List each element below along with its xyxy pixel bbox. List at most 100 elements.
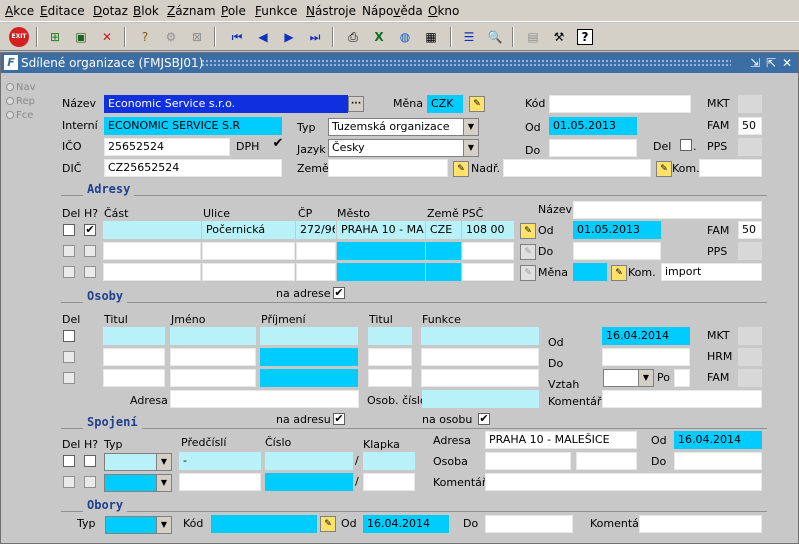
menu-napoveda[interactable]: Nápověda <box>362 4 423 18</box>
spojeni-row1-cislo[interactable] <box>265 452 353 470</box>
help-button[interactable]: ? <box>574 26 596 48</box>
od-field[interactable]: 01.05.2013 <box>549 117 637 135</box>
spojeni-row1-predcisli[interactable]: - <box>179 452 261 470</box>
osoby-row3-titul2[interactable] <box>368 369 412 387</box>
spojeni-row2-klapka[interactable] <box>363 473 415 491</box>
adresy-row1-ulice[interactable]: Počernická <box>202 221 295 239</box>
na-osobu-checkbox[interactable]: ✔ <box>478 413 490 425</box>
adresy-mena-lov-button[interactable]: ✎ <box>520 265 536 281</box>
spojeni-do-field[interactable] <box>674 452 762 470</box>
obory-komentar-field[interactable] <box>639 515 762 533</box>
obory-kod-field[interactable] <box>211 515 317 533</box>
save-button[interactable]: ▣ <box>70 26 92 48</box>
menu-dotaz[interactable]: Dotaz <box>93 4 128 18</box>
adresy-row3-zeme[interactable] <box>426 263 461 281</box>
list-button[interactable]: ☰ <box>458 26 480 48</box>
spojeni-osoba-field2[interactable] <box>576 452 637 470</box>
nadr-field[interactable] <box>503 159 651 177</box>
osoby-row1-jmeno[interactable] <box>170 327 256 345</box>
adresy-fam-field[interactable]: 50 <box>738 221 762 239</box>
del-checkbox[interactable] <box>680 139 692 151</box>
adresy-row3-mesto[interactable] <box>337 263 425 281</box>
next-record-button[interactable]: ▶ <box>278 26 300 48</box>
adresy-row3-ulice[interactable] <box>202 263 295 281</box>
mena-lov-button[interactable]: ✎ <box>469 96 485 112</box>
adresy-row3-cp[interactable] <box>296 263 336 281</box>
osoby-row3-prijmeni[interactable] <box>260 369 358 387</box>
osoby-row1-funkce[interactable] <box>421 327 539 345</box>
adresy-row3-psc[interactable] <box>462 263 514 281</box>
spojeni-komentar-field[interactable] <box>485 473 762 491</box>
osoby-komentar-field[interactable] <box>602 390 762 408</box>
enter-query-button[interactable]: ? <box>134 26 156 48</box>
adresy-row1-psc[interactable]: 108 00 <box>462 221 514 239</box>
edit-button[interactable]: ▤ <box>522 26 544 48</box>
adresy-row2-psc[interactable] <box>462 242 514 260</box>
print-button[interactable]: ⎙ <box>342 26 364 48</box>
adresy-row1-zeme[interactable]: CZE <box>426 221 461 239</box>
obory-kod-lov-button[interactable]: ✎ <box>320 516 336 532</box>
jazyk-select[interactable]: Česky ▼ <box>328 139 479 157</box>
adresy-do-field[interactable] <box>573 242 661 260</box>
osoby-row2-titul[interactable] <box>103 348 165 366</box>
adresy-row1-h-checkbox[interactable]: ✔ <box>84 224 96 236</box>
adresy-row2-zeme[interactable] <box>426 242 461 260</box>
adresy-row2-ulice[interactable] <box>202 242 295 260</box>
adresy-kom-field[interactable]: import <box>661 263 762 281</box>
spojeni-row2-predcisli[interactable] <box>179 473 261 491</box>
calculator-button[interactable]: ▦ <box>420 26 442 48</box>
insert-record-button[interactable]: ⊞ <box>44 26 66 48</box>
pps-field[interactable] <box>738 138 762 156</box>
side-nav-rep[interactable]: Rep <box>6 96 35 107</box>
spojeni-osoba-field[interactable] <box>485 452 571 470</box>
menu-editace[interactable]: Editace <box>40 4 85 18</box>
adresy-do-lov-button[interactable]: ✎ <box>520 244 536 260</box>
spojeni-row1-h-checkbox[interactable] <box>84 455 96 467</box>
adresy-row1-cast[interactable] <box>103 221 201 239</box>
delete-record-button[interactable]: ✕ <box>96 26 118 48</box>
zeme-lov-button[interactable]: ✎ <box>453 161 469 177</box>
adresy-row3-h-checkbox[interactable] <box>84 266 96 278</box>
adresy-row2-mesto[interactable] <box>337 242 425 260</box>
osoby-row1-titul[interactable] <box>103 327 165 345</box>
spojeni-od-field[interactable]: 16.04.2014 <box>674 431 762 449</box>
adresy-row1-mesto[interactable]: PRAHA 10 - MALEŠICE <box>337 221 425 239</box>
adresy-od-field[interactable]: 01.05.2013 <box>573 221 661 239</box>
nazev-field[interactable]: Economic Service s.r.o. <box>104 95 348 113</box>
adresy-od-lov-button[interactable]: ✎ <box>520 223 536 239</box>
adresy-row2-cp[interactable] <box>296 242 336 260</box>
tools-button[interactable]: ⚒ <box>548 26 570 48</box>
restore-icon[interactable]: ⇱ <box>763 55 779 71</box>
obory-od-field[interactable]: 16.04.2014 <box>363 515 449 533</box>
adresy-mena-field[interactable] <box>573 263 607 281</box>
osoby-mkt-field[interactable] <box>738 327 762 345</box>
adresy-row1-del-checkbox[interactable] <box>63 224 75 236</box>
search-button[interactable]: 🔍 <box>484 26 506 48</box>
spojeni-row1-typ-select[interactable]: ▼ <box>104 453 172 471</box>
nadr-lov-button[interactable]: ✎ <box>656 161 672 177</box>
mkt-field[interactable] <box>738 95 762 113</box>
side-nav-nav[interactable]: Nav <box>6 82 36 93</box>
side-nav-fce[interactable]: Fce <box>6 110 33 121</box>
menu-okno[interactable]: Okno <box>428 4 459 18</box>
minimize-icon[interactable]: ⇲ <box>747 55 763 71</box>
osoby-fam-field[interactable] <box>738 369 762 387</box>
osoby-po-field[interactable] <box>674 369 690 387</box>
spojeni-adresa-field[interactable]: PRAHA 10 - MALEŠICE <box>485 431 637 449</box>
zeme-field[interactable] <box>328 159 448 177</box>
osoby-row1-titul2[interactable] <box>368 327 412 345</box>
web-button[interactable]: ◍ <box>394 26 416 48</box>
nazev-more-button[interactable]: ··· <box>348 96 364 112</box>
spojeni-row2-cislo[interactable] <box>265 473 353 491</box>
osoby-adresa-field[interactable] <box>170 390 359 408</box>
menu-zaznam[interactable]: Záznam <box>167 4 216 18</box>
osoby-row3-funkce[interactable] <box>421 369 539 387</box>
first-record-button[interactable]: ⏮ <box>226 26 248 48</box>
execute-query-button[interactable]: ⚙ <box>160 26 182 48</box>
do-field[interactable] <box>549 139 637 157</box>
osoby-row1-prijmeni[interactable] <box>260 327 358 345</box>
osoby-row2-del-checkbox[interactable] <box>63 351 75 363</box>
adresy-kom-lov-button[interactable]: ✎ <box>611 265 627 281</box>
osoby-row2-funkce[interactable] <box>421 348 539 366</box>
osoby-od-field[interactable]: 16.04.2014 <box>602 327 690 345</box>
